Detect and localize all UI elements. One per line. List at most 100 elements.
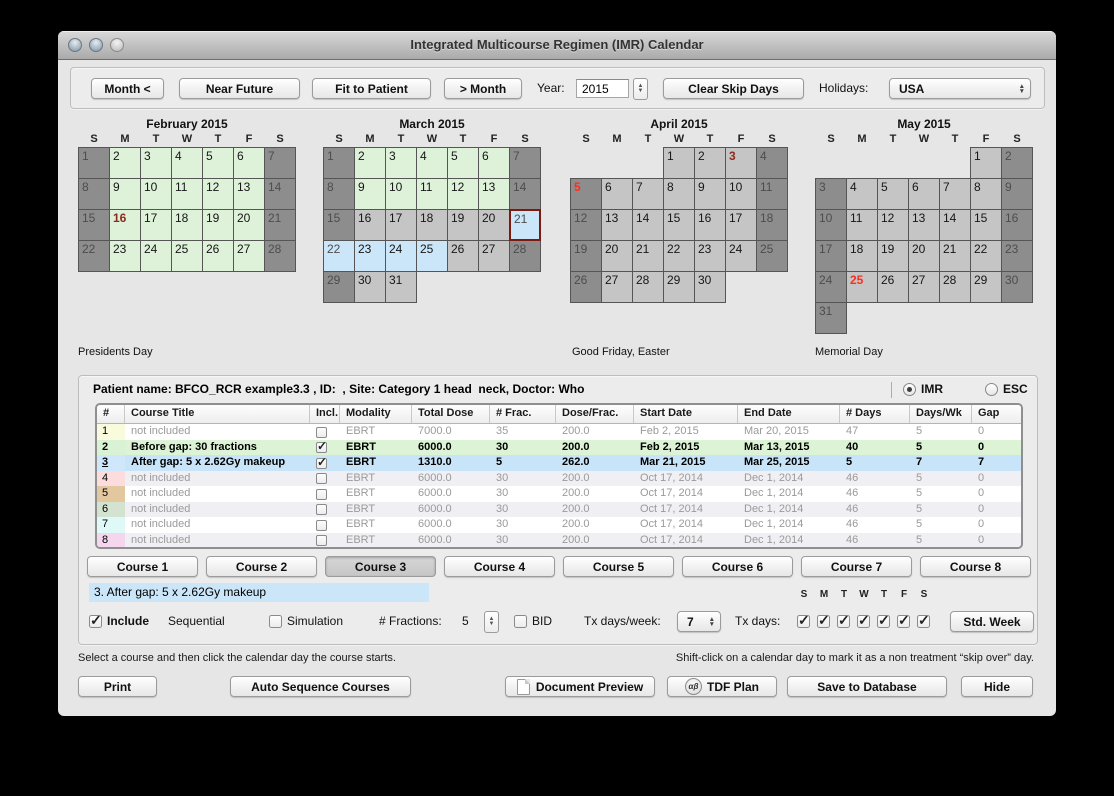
esc-radio[interactable] — [985, 383, 998, 396]
calendar-day-may-23[interactable]: 23 — [1001, 240, 1033, 272]
simulation-checkbox[interactable] — [269, 615, 282, 628]
calendar-day-february-24[interactable]: 24 — [140, 240, 172, 272]
calendar-day-february-27[interactable]: 27 — [233, 240, 265, 272]
calendar-day-march-8[interactable]: 8 — [323, 178, 355, 210]
column-header[interactable]: Modality — [340, 405, 412, 423]
calendar-day-may-3[interactable]: 3 — [815, 178, 847, 210]
calendar-day-april-2[interactable]: 2 — [694, 147, 726, 179]
calendar-day-april-15[interactable]: 15 — [663, 209, 695, 241]
calendar-day-march-6[interactable]: 6 — [478, 147, 510, 179]
course-row-5[interactable]: 5 not included EBRT 6000.0 30 200.0 Oct 17, 20… — [97, 486, 1021, 502]
column-header[interactable]: # — [97, 405, 125, 423]
year-stepper[interactable]: ▲ ▼ — [633, 78, 648, 100]
calendar-day-may-8[interactable]: 8 — [970, 178, 1002, 210]
calendar-day-april-6[interactable]: 6 — [601, 178, 633, 210]
include-row-checkbox[interactable] — [316, 535, 327, 547]
include-row-checkbox[interactable] — [316, 473, 327, 485]
calendar-day-may-1[interactable]: 1 — [970, 147, 1002, 179]
calendar-day-february-25[interactable]: 25 — [171, 240, 203, 272]
calendar-day-april-9[interactable]: 9 — [694, 178, 726, 210]
calendar-day-may-2[interactable]: 2 — [1001, 147, 1033, 179]
course-2-button[interactable]: Course 2 — [206, 556, 317, 577]
calendar-day-may-14[interactable]: 14 — [939, 209, 971, 241]
calendar-day-may-7[interactable]: 7 — [939, 178, 971, 210]
document-preview-button[interactable]: Document Preview — [505, 676, 655, 697]
column-header[interactable]: End Date — [738, 405, 840, 423]
calendar-day-february-8[interactable]: 8 — [78, 178, 110, 210]
calendar-day-may-26[interactable]: 26 — [877, 271, 909, 303]
calendar-day-april-30[interactable]: 30 — [694, 271, 726, 303]
calendar-day-march-5[interactable]: 5 — [447, 147, 479, 179]
calendar-day-march-21[interactable]: 21 — [509, 209, 541, 241]
calendar-day-february-11[interactable]: 11 — [171, 178, 203, 210]
tx-day-checkbox-t2[interactable] — [837, 612, 850, 629]
std-week-button[interactable]: Std. Week — [950, 611, 1034, 632]
course-row-8[interactable]: 8 not included EBRT 6000.0 30 200.0 Oct 17, 20… — [97, 532, 1021, 547]
calendar-day-february-23[interactable]: 23 — [109, 240, 141, 272]
include-checkbox[interactable] — [89, 612, 102, 629]
holidays-popup[interactable]: USA ▲ ▼ — [889, 78, 1031, 99]
column-header[interactable]: Incl. — [310, 405, 340, 423]
column-header[interactable]: Days/Wk — [910, 405, 972, 423]
title-bar[interactable]: Integrated Multicourse Regimen (IMR) Cal… — [58, 31, 1056, 60]
calendar-day-february-28[interactable]: 28 — [264, 240, 296, 272]
include-row-checkbox[interactable] — [316, 426, 327, 438]
column-header[interactable]: Start Date — [634, 405, 738, 423]
fit-to-patient-button[interactable]: Fit to Patient — [312, 78, 431, 99]
column-header[interactable]: Gap — [972, 405, 1021, 423]
calendar-day-february-16[interactable]: 16 — [109, 209, 141, 241]
calendar-day-february-21[interactable]: 21 — [264, 209, 296, 241]
calendar-day-march-30[interactable]: 30 — [354, 271, 386, 303]
calendar-day-april-23[interactable]: 23 — [694, 240, 726, 272]
course-row-1[interactable]: 1 not included EBRT 7000.0 35 200.0 Feb 2, 201… — [97, 424, 1021, 440]
calendar-day-february-10[interactable]: 10 — [140, 178, 172, 210]
calendar-day-april-12[interactable]: 12 — [570, 209, 602, 241]
calendar-day-may-15[interactable]: 15 — [970, 209, 1002, 241]
tx-day-checkbox-f5[interactable] — [897, 612, 910, 629]
month-next-button[interactable]: > Month — [444, 78, 522, 99]
calendar-day-april-10[interactable]: 10 — [725, 178, 757, 210]
calendar-day-february-3[interactable]: 3 — [140, 147, 172, 179]
calendar-day-march-15[interactable]: 15 — [323, 209, 355, 241]
calendar-day-april-17[interactable]: 17 — [725, 209, 757, 241]
calendar-day-march-1[interactable]: 1 — [323, 147, 355, 179]
calendar-day-february-26[interactable]: 26 — [202, 240, 234, 272]
calendar-day-may-22[interactable]: 22 — [970, 240, 1002, 272]
course-row-2[interactable]: 2 Before gap: 30 fractions EBRT 6000.0 30 200… — [97, 439, 1021, 455]
course-row-7[interactable]: 7 not included EBRT 6000.0 30 200.0 Oct 17, 20… — [97, 517, 1021, 533]
course-8-button[interactable]: Course 8 — [920, 556, 1031, 577]
include-row-checkbox[interactable] — [316, 455, 327, 470]
calendar-day-february-15[interactable]: 15 — [78, 209, 110, 241]
calendar-day-february-7[interactable]: 7 — [264, 147, 296, 179]
calendar-day-march-7[interactable]: 7 — [509, 147, 541, 179]
tx-day-checkbox-t4[interactable] — [877, 612, 890, 629]
calendar-day-march-24[interactable]: 24 — [385, 240, 417, 272]
imr-radio[interactable] — [903, 383, 916, 396]
tx-day-checkbox-s0[interactable] — [797, 612, 810, 629]
calendar-day-april-5[interactable]: 5 — [570, 178, 602, 210]
calendar-day-may-30[interactable]: 30 — [1001, 271, 1033, 303]
calendar-day-february-9[interactable]: 9 — [109, 178, 141, 210]
calendar-day-april-24[interactable]: 24 — [725, 240, 757, 272]
tx-day-checkbox-w3[interactable] — [857, 612, 870, 629]
calendar-day-february-13[interactable]: 13 — [233, 178, 265, 210]
calendar-day-february-1[interactable]: 1 — [78, 147, 110, 179]
calendar-day-april-14[interactable]: 14 — [632, 209, 664, 241]
calendar-day-may-10[interactable]: 10 — [815, 209, 847, 241]
calendar-day-february-12[interactable]: 12 — [202, 178, 234, 210]
calendar-day-may-24[interactable]: 24 — [815, 271, 847, 303]
include-row-checkbox[interactable] — [316, 488, 327, 500]
calendar-day-march-9[interactable]: 9 — [354, 178, 386, 210]
calendar-day-march-17[interactable]: 17 — [385, 209, 417, 241]
calendar-day-march-31[interactable]: 31 — [385, 271, 417, 303]
tx-days-week-popup[interactable]: 7 ▲ ▼ — [677, 611, 721, 632]
calendar-day-march-3[interactable]: 3 — [385, 147, 417, 179]
calendar-day-april-18[interactable]: 18 — [756, 209, 788, 241]
calendar-day-may-21[interactable]: 21 — [939, 240, 971, 272]
clear-skip-days-button[interactable]: Clear Skip Days — [663, 78, 804, 99]
tx-day-checkbox-s6[interactable] — [917, 612, 930, 629]
course-5-button[interactable]: Course 5 — [563, 556, 674, 577]
calendar-day-may-25[interactable]: 25 — [846, 271, 878, 303]
calendar-day-march-13[interactable]: 13 — [478, 178, 510, 210]
calendar-day-march-12[interactable]: 12 — [447, 178, 479, 210]
